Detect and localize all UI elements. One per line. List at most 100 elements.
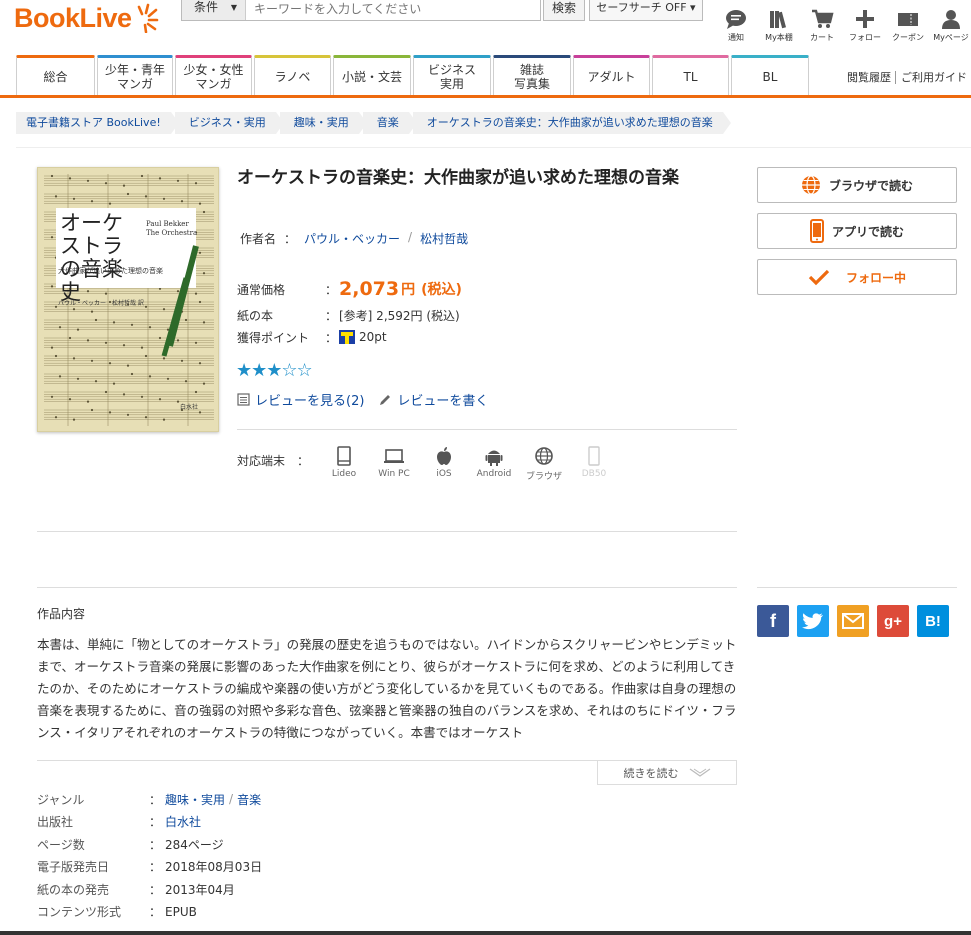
paper-price-value: [参考] 2,592円 (税込) — [339, 308, 460, 323]
search-input[interactable] — [246, 0, 540, 20]
author-row: 作者名 ： パウル・ベッカー / 松村哲哉 — [240, 230, 468, 247]
breadcrumb: 電子書籍ストア BookLive! ビジネス・実用 趣味・実用 音楽 オーケストラの音楽… — [16, 112, 731, 134]
tab-4[interactable]: 小説・文芸 — [333, 55, 411, 95]
device-browser: ブラウザ — [519, 446, 569, 482]
list-icon — [237, 393, 250, 406]
coupon-button[interactable]: クーポン — [888, 8, 928, 43]
author-link-matsumura[interactable]: 松村哲哉 — [420, 230, 468, 247]
device-winpc: Win PC — [369, 446, 419, 479]
hatena-bookmark-button[interactable]: B! — [917, 605, 949, 637]
detail-link[interactable]: 趣味・実用 — [165, 791, 225, 808]
search-button[interactable]: 検索 — [543, 0, 585, 21]
device-android: Android — [469, 446, 519, 479]
checkmark-icon — [808, 269, 830, 286]
notice-button[interactable]: 通知 — [716, 8, 756, 43]
tab-5[interactable]: ビジネス 実用 — [413, 55, 491, 95]
device-lideo: Lideo — [319, 446, 369, 479]
detail-value: EPUB — [165, 904, 197, 919]
device-db50: DB50 — [569, 446, 619, 479]
follow-icon — [856, 10, 874, 28]
paper-price-label: 紙の本 — [237, 308, 274, 323]
safe-search-toggle[interactable]: セーフサーチ OFF ▾ — [589, 0, 703, 21]
twitter-share-button[interactable] — [797, 605, 829, 637]
points-label: 獲得ポイント — [237, 330, 310, 345]
breadcrumb-item[interactable]: 趣味・実用 — [279, 112, 367, 134]
tab-9[interactable]: BL — [731, 55, 809, 95]
detail-label: 紙の本の発売 — [37, 882, 110, 897]
detail-link[interactable]: 音楽 — [237, 791, 261, 808]
bottom-edge — [0, 931, 971, 935]
sub-navigation: 閲覧履歴 ご利用ガイド — [843, 69, 971, 85]
search-condition-select[interactable]: 条件 ▼ — [182, 0, 246, 20]
tab-2[interactable]: 少女・女性 マンガ — [175, 55, 252, 95]
write-review-link[interactable]: レビューを書く — [378, 390, 488, 409]
nav-accent-bar — [0, 95, 971, 98]
detail-row: コンテンツ形式： EPUB — [37, 904, 197, 920]
sun-logo-icon — [137, 3, 158, 33]
detail-value: 2013年04月 — [165, 882, 235, 897]
read-more-button[interactable]: 続きを読む — [597, 761, 737, 785]
tab-8[interactable]: TL — [652, 55, 729, 95]
detail-row: ジャンル：趣味・実用 / 音楽 — [37, 791, 262, 808]
description-heading: 作品内容 — [37, 607, 86, 621]
pencil-icon — [380, 394, 391, 405]
detail-link[interactable]: 白水社 — [165, 813, 201, 830]
cart-icon — [812, 9, 834, 28]
db50-device-icon — [588, 446, 600, 466]
breadcrumb-item[interactable]: ビジネス・実用 — [174, 112, 284, 134]
breadcrumb-item[interactable]: 電子書籍ストア BookLive! — [16, 112, 179, 134]
facebook-share-button[interactable]: f — [757, 605, 789, 637]
author-separator: / — [408, 230, 413, 244]
tab-6[interactable]: 雑誌 写真集 — [493, 55, 571, 95]
divider — [37, 531, 737, 532]
author-link-becker[interactable]: パウル・ベッカー — [304, 230, 400, 247]
divider — [37, 587, 737, 588]
book-cover-image[interactable]: オーケストラの音楽史 Paul Bekker The Orchestra 大作曲… — [37, 167, 219, 432]
detail-row: 紙の本の発売： 2013年04月 — [37, 882, 235, 897]
detail-value: 2018年08月03日 — [165, 860, 263, 875]
guide-link[interactable]: ご利用ガイド — [895, 71, 971, 84]
cover-publisher: 白水社 — [179, 404, 198, 411]
follow-button[interactable]: フォロー — [845, 8, 885, 43]
share-buttons: f g+ B! — [757, 605, 949, 637]
mypage-button[interactable]: Myページ — [931, 8, 971, 43]
site-header: BookLive 条件 ▼ 検索 セーフサーチ OFF ▾ 通知 My本 — [0, 0, 971, 56]
breadcrumb-item[interactable]: 音楽 — [362, 112, 417, 134]
tab-3[interactable]: ラノベ — [254, 55, 331, 95]
tab-1[interactable]: 少年・青年 マンガ — [97, 55, 173, 95]
tab-0[interactable]: 総合 — [16, 55, 95, 95]
device-ios: iOS — [419, 446, 469, 479]
search-box: 条件 ▼ — [181, 0, 541, 21]
history-link[interactable]: 閲覧履歴 — [843, 71, 895, 84]
following-button[interactable]: フォロー中 — [757, 259, 957, 295]
detail-row: 出版社：白水社 — [37, 813, 202, 830]
breadcrumb-item[interactable]: オーケストラの音楽史：大作曲家が追い求めた理想の音楽 — [412, 112, 731, 134]
devices-label: 対応端末 ： — [237, 454, 310, 468]
author-label: 作者名 — [240, 232, 277, 246]
lideo-device-icon — [337, 446, 351, 466]
winpc-device-icon — [384, 449, 404, 463]
twitter-icon — [802, 613, 823, 630]
facebook-icon: f — [770, 610, 776, 631]
smartphone-icon — [809, 219, 824, 243]
price-info: 通常価格 ： 2,073 円 (税込) 紙の本 ： [参考] 2,592円 (税込)… — [237, 278, 462, 345]
mail-icon — [842, 613, 864, 629]
ios-device-icon — [437, 447, 451, 465]
read-in-browser-button[interactable]: ブラウザで読む — [757, 167, 957, 203]
coupon-icon — [898, 13, 918, 26]
notice-icon — [726, 10, 746, 29]
mail-share-button[interactable] — [837, 605, 869, 637]
bookshelf-button[interactable]: My本棚 — [759, 8, 799, 43]
tpoint-icon — [339, 330, 355, 344]
cart-button[interactable]: カート — [802, 8, 842, 43]
mypage-icon — [942, 10, 960, 29]
price-value: 2,073 — [339, 278, 400, 300]
chevron-down-icon — [689, 768, 710, 777]
googleplus-share-button[interactable]: g+ — [877, 605, 909, 637]
tab-7[interactable]: アダルト — [573, 55, 650, 95]
detail-row: 電子版発売日： 2018年08月03日 — [37, 860, 263, 875]
view-reviews-link[interactable]: レビューを見る(2) — [237, 390, 364, 409]
detail-label: コンテンツ形式 — [37, 905, 122, 920]
booklive-logo[interactable]: BookLive — [14, 0, 159, 36]
read-in-app-button[interactable]: アプリで読む — [757, 213, 957, 249]
